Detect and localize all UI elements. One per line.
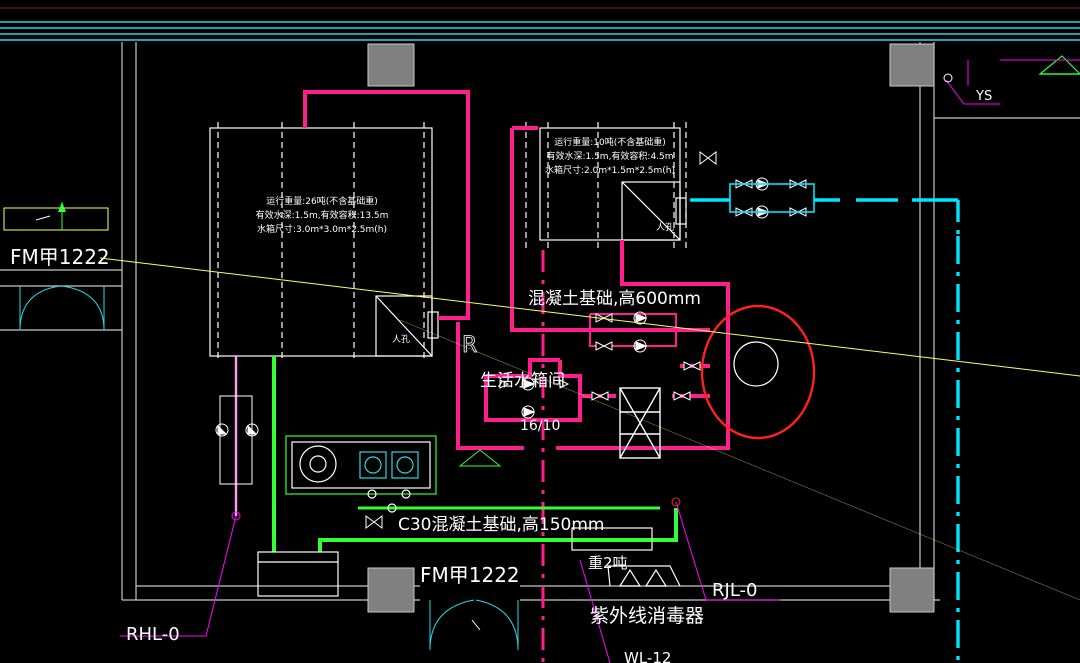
top-rails — [0, 21, 1080, 41]
left-tank-line1: 运行重量:26吨(不含基础重) — [266, 195, 378, 207]
tag-rjl: RJL-0 — [712, 580, 757, 601]
tag-rhl: RHL-0 — [126, 624, 180, 645]
foundation-150-label: C30混凝土基础,高150mm — [398, 515, 604, 535]
sump-tank — [257, 551, 339, 597]
tag-ys: YS — [975, 89, 992, 104]
right-manhole-label: 人孔 — [656, 222, 674, 233]
bottom-door — [429, 599, 519, 651]
right-tank-line3: 水箱尺寸:2.0m*1.5m*2.5m(h) — [545, 164, 675, 176]
booster-unit — [285, 435, 437, 513]
cad-drawing[interactable]: 运行重量:26吨(不含基础重) 有效水深:1.5m,有效容积:13.5m 水箱尺… — [0, 0, 1080, 663]
cad-drawing-canvas[interactable]: 运行重量:26吨(不含基础重) 有效水深:1.5m,有效容积:13.5m 水箱尺… — [0, 0, 1080, 663]
relief-valve-glyph: R — [462, 333, 477, 358]
flow-arrow — [458, 449, 502, 467]
room-number-label: 16/10 — [520, 418, 560, 434]
reference-line — [99, 257, 1080, 377]
door-bottom-label: FM甲1222 — [420, 563, 520, 587]
tag-wl: WL-12 — [624, 649, 671, 663]
left-tank-line3: 水箱尺寸:3.0m*3.0m*2.5m(h) — [257, 223, 387, 235]
left-pump-group — [219, 356, 253, 516]
highlight-tank — [733, 341, 779, 387]
domestic-tank-label: 生活水箱间 — [480, 371, 565, 391]
foundation-600-label: 混凝土基础,高600mm — [528, 289, 701, 309]
uv-sterilizer-label: 紫外线消毒器 — [590, 605, 704, 627]
reference-line-2 — [399, 319, 1080, 601]
highlight-circle — [700, 304, 816, 440]
weight-label: 重2吨 — [588, 554, 628, 572]
right-tank-line2: 有效水深:1.5m,有效容积:4.5m — [546, 150, 673, 162]
door-left-label: FM甲1222 — [10, 245, 110, 269]
left-water-tank — [209, 122, 439, 362]
right-tank-line1: 运行重量:10吨(不含基础重) — [554, 136, 666, 148]
left-manhole-label: 人孔 — [392, 334, 410, 345]
left-tank-line2: 有效水深:1.5m,有效容积:13.5m — [256, 209, 389, 221]
north-marker — [1038, 55, 1080, 75]
